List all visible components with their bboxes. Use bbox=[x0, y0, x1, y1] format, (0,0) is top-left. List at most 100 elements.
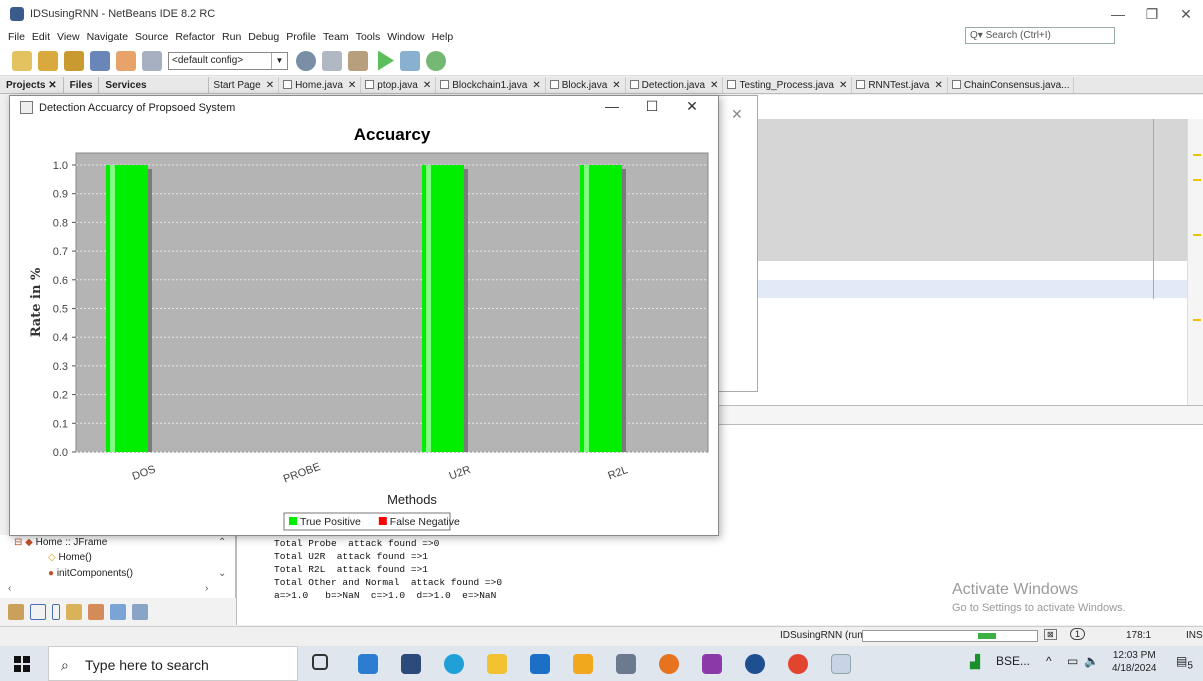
close-icon[interactable]: ✕ bbox=[423, 80, 431, 91]
menu-help[interactable]: Help bbox=[432, 31, 454, 43]
tab-label: Start Page bbox=[213, 79, 261, 91]
menu-window[interactable]: Window bbox=[387, 31, 424, 43]
chart-minimize-button[interactable]: — bbox=[592, 98, 632, 115]
redo-icon[interactable] bbox=[142, 50, 162, 71]
inherited-icon[interactable] bbox=[88, 604, 104, 620]
y-tick-label: 0.9 bbox=[53, 189, 68, 201]
chart-close-button[interactable]: ✕ bbox=[672, 98, 712, 115]
fields-icon[interactable] bbox=[30, 604, 46, 620]
menu-debug[interactable]: Debug bbox=[248, 31, 279, 43]
close-button[interactable]: ✕ bbox=[1169, 0, 1203, 28]
chrome-icon[interactable] bbox=[788, 654, 808, 674]
tab-detection-java[interactable]: Detection.java ✕ bbox=[626, 77, 724, 93]
netbeans-taskbar-icon[interactable] bbox=[745, 654, 765, 674]
navigator-root[interactable]: ⊟ ◆ Home :: JFrame bbox=[14, 537, 107, 548]
notification-center-icon[interactable]: ▤5 bbox=[1176, 654, 1193, 671]
tab-block-java[interactable]: Block.java ✕ bbox=[546, 77, 626, 93]
menu-tools[interactable]: Tools bbox=[356, 31, 381, 43]
restore-button[interactable]: ❐ bbox=[1135, 0, 1169, 28]
filter-icon[interactable] bbox=[8, 604, 24, 620]
profile-icon[interactable] bbox=[426, 50, 446, 71]
ide-search-input[interactable]: Q▾ Search (Ctrl+I) bbox=[965, 27, 1115, 44]
code-editor[interactable] bbox=[715, 95, 1203, 409]
close-icon[interactable]: ✕ bbox=[934, 80, 942, 91]
close-icon[interactable]: ✕ bbox=[348, 80, 356, 91]
lock-icon[interactable] bbox=[66, 604, 82, 620]
task-view-icon[interactable] bbox=[312, 654, 328, 670]
battery-icon[interactable]: ▭ bbox=[1067, 654, 1078, 668]
menu-file[interactable]: File bbox=[8, 31, 25, 43]
menu-source[interactable]: Source bbox=[135, 31, 168, 43]
build-icon[interactable] bbox=[322, 50, 342, 71]
tab-blockchain1-java[interactable]: Blockchain1.java ✕ bbox=[436, 77, 546, 93]
debug-icon[interactable] bbox=[400, 50, 420, 71]
tab-projects[interactable]: Projects ✕ bbox=[0, 77, 64, 93]
cube-app-icon[interactable] bbox=[358, 654, 378, 674]
run-status[interactable]: IDSusingRNN (run) bbox=[780, 630, 866, 641]
minimize-button[interactable]: — bbox=[1101, 0, 1135, 28]
close-icon[interactable]: ✕ bbox=[532, 80, 540, 91]
scroll-up-icon[interactable]: ⌃ bbox=[218, 537, 226, 548]
speaker-icon[interactable]: 🔈 bbox=[1084, 654, 1099, 668]
stock-chart-icon[interactable]: ▟ bbox=[970, 654, 980, 670]
tab-home-java[interactable]: Home.java ✕ bbox=[279, 77, 362, 93]
close-icon[interactable]: ✕ bbox=[612, 80, 620, 91]
clean-build-icon[interactable] bbox=[348, 50, 368, 71]
tab-ptop-java[interactable]: ptop.java ✕ bbox=[361, 77, 437, 93]
snipping-tool-icon[interactable] bbox=[616, 654, 636, 674]
close-icon[interactable]: ✕ bbox=[731, 106, 743, 123]
sublime-icon[interactable] bbox=[573, 654, 593, 674]
tabs-row: Projects ✕ Files Services Start Page ✕ Ho… bbox=[0, 77, 1203, 94]
undo-icon[interactable] bbox=[116, 50, 136, 71]
tab-label: Block.java bbox=[561, 79, 608, 91]
menu-view[interactable]: View bbox=[57, 31, 80, 43]
menu-profile[interactable]: Profile bbox=[286, 31, 316, 43]
static-icon[interactable] bbox=[52, 604, 60, 620]
open-project-icon[interactable] bbox=[64, 50, 84, 71]
stop-icon[interactable]: ⊠ bbox=[1044, 629, 1057, 640]
menu-run[interactable]: Run bbox=[222, 31, 241, 43]
close-icon[interactable]: ✕ bbox=[710, 80, 718, 91]
calculator-icon[interactable] bbox=[401, 654, 421, 674]
sort-icon[interactable] bbox=[110, 604, 126, 620]
clock[interactable]: 12:03 PM 4/18/2024 bbox=[1112, 649, 1157, 675]
close-icon[interactable]: ✕ bbox=[266, 80, 274, 91]
mail-icon[interactable] bbox=[530, 654, 550, 674]
menu-team[interactable]: Team bbox=[323, 31, 349, 43]
tab-files[interactable]: Files bbox=[64, 77, 100, 93]
scroll-left-icon[interactable]: ‹ bbox=[8, 583, 11, 594]
notification-count[interactable]: 1 bbox=[1070, 628, 1086, 640]
sort-az-icon[interactable] bbox=[132, 604, 148, 620]
close-icon[interactable]: ✕ bbox=[839, 80, 847, 91]
tab-services[interactable]: Services bbox=[99, 77, 210, 93]
tab-start-page[interactable]: Start Page ✕ bbox=[209, 77, 280, 93]
tab-chainconsensus-java[interactable]: ChainConsensus.java... bbox=[948, 77, 1075, 93]
tray-app-label[interactable]: BSE... bbox=[996, 654, 1030, 668]
new-file-icon[interactable] bbox=[12, 50, 32, 71]
save-all-icon[interactable] bbox=[90, 50, 110, 71]
chart-maximize-button[interactable]: ☐ bbox=[632, 98, 672, 115]
navigator-item[interactable]: ● initComponents() bbox=[48, 568, 133, 579]
config-select[interactable]: <default config> ▼ bbox=[168, 51, 288, 70]
run-icon[interactable] bbox=[378, 50, 394, 71]
windows-start-icon[interactable] bbox=[14, 656, 30, 672]
editor-fold-region bbox=[757, 119, 1197, 261]
firefox-icon[interactable] bbox=[659, 654, 679, 674]
menu-refactor[interactable]: Refactor bbox=[175, 31, 215, 43]
navigator-item[interactable]: ◇ Home() bbox=[48, 552, 92, 563]
menu-navigate[interactable]: Navigate bbox=[87, 31, 128, 43]
tab-testing-process-java[interactable]: Testing_Process.java ✕ bbox=[723, 77, 853, 93]
globe-icon[interactable] bbox=[296, 50, 316, 71]
tab-rnntest-java[interactable]: RNNTest.java ✕ bbox=[852, 77, 948, 93]
new-project-icon[interactable] bbox=[38, 50, 58, 71]
menu-edit[interactable]: Edit bbox=[32, 31, 50, 43]
visual-studio-icon[interactable] bbox=[702, 654, 722, 674]
editor-scrollbar[interactable] bbox=[1187, 119, 1203, 409]
file-explorer-icon[interactable] bbox=[487, 654, 507, 674]
taskbar-search-input[interactable]: ⌕ Type here to search bbox=[48, 646, 298, 681]
scroll-down-icon[interactable]: ⌄ bbox=[218, 568, 226, 579]
tray-chevron-icon[interactable]: ^ bbox=[1046, 654, 1052, 668]
java-taskbar-icon[interactable] bbox=[831, 654, 851, 674]
scroll-right-icon[interactable]: › bbox=[205, 583, 208, 594]
edge-browser-icon[interactable] bbox=[444, 654, 464, 674]
